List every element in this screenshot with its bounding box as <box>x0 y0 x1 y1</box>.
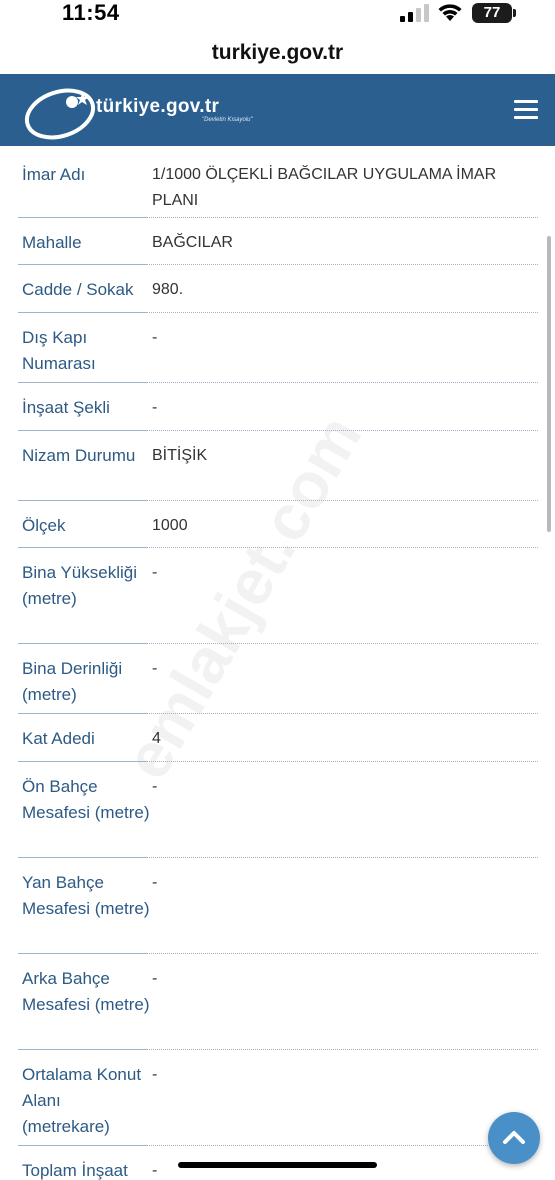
row-label: Yan Bahçe Mesafesi (metre) <box>22 873 150 918</box>
table-row: Bina Yüksekliği (metre) - <box>18 548 538 644</box>
table-row: Ortalama Konut Alanı (metrekare) - <box>18 1050 538 1146</box>
table-row: Mahalle BAĞCILAR <box>18 218 538 265</box>
row-value: - <box>152 778 158 795</box>
scrollbar[interactable] <box>547 236 551 532</box>
table-row: Dış Kapı Numarası - <box>18 313 538 383</box>
table-row: Ön Bahçe Mesafesi (metre) - <box>18 762 538 858</box>
row-label: Cadde / Sokak <box>22 280 134 299</box>
chevron-up-icon <box>503 1131 525 1144</box>
row-label: Toplam İnşaat <box>22 1161 128 1180</box>
row-value: 1000 <box>152 517 188 534</box>
row-label: İmar Adı <box>22 165 86 184</box>
row-value: - <box>152 399 158 416</box>
site-header: türkiye.gov.tr "Devletin Kısayolu" <box>0 74 555 146</box>
battery-tip <box>513 9 516 17</box>
row-label: Nizam Durumu <box>22 446 136 465</box>
row-label: Arka Bahçe Mesafesi (metre) <box>22 969 150 1014</box>
hamburger-menu-icon[interactable] <box>514 100 538 120</box>
table-row: Yan Bahçe Mesafesi (metre) - <box>18 858 538 954</box>
wifi-icon <box>438 4 462 21</box>
row-label: Bina Yüksekliği (metre) <box>22 563 137 608</box>
row-value: 4 <box>152 730 161 747</box>
row-label: İnşaat Şekli <box>22 398 110 417</box>
row-label: Mahalle <box>22 233 82 252</box>
table-row: Kat Adedi 4 <box>18 714 538 762</box>
row-label: Bina Derinliği (metre) <box>22 659 123 704</box>
table-row: Bina Derinliği (metre) - <box>18 644 538 714</box>
row-value: - <box>152 564 158 581</box>
zoning-info-table: İmar Adı 1/1000 ÖLÇEKLİ BAĞCILAR UYGULAMA… <box>18 150 538 1180</box>
row-value: BAĞCILAR <box>152 234 233 251</box>
row-label: Ölçek <box>22 516 66 535</box>
table-row: Cadde / Sokak 980. <box>18 265 538 313</box>
status-bar: 11:54 77 <box>0 0 555 32</box>
table-row: Arka Bahçe Mesafesi (metre) - <box>18 954 538 1050</box>
row-value: - <box>152 329 158 346</box>
row-label: Ortalama Konut Alanı (metrekare) <box>22 1065 142 1136</box>
scroll-to-top-button[interactable] <box>488 1112 540 1164</box>
row-value: - <box>152 1066 158 1083</box>
row-label: Kat Adedi <box>22 729 95 748</box>
logo-text: türkiye.gov.tr <box>96 96 220 117</box>
row-value: BİTİŞİK <box>152 447 208 464</box>
row-value: - <box>152 660 158 677</box>
row-label: Ön Bahçe Mesafesi (metre) <box>22 777 150 822</box>
table-row: İnşaat Şekli - <box>18 383 538 431</box>
row-label: Dış Kapı Numarası <box>22 328 96 373</box>
row-value: 980. <box>152 281 184 298</box>
battery-icon: 77 <box>472 3 512 23</box>
logo-subtext: "Devletin Kısayolu" <box>202 117 253 123</box>
table-row: Ölçek 1000 <box>18 501 538 548</box>
row-value: - <box>152 874 158 891</box>
row-value: 1/1000 ÖLÇEKLİ BAĞCILAR UYGULAMA İMAR PL… <box>152 166 497 209</box>
row-value: - <box>152 970 158 987</box>
table-row: İmar Adı 1/1000 ÖLÇEKLİ BAĞCILAR UYGULAMA… <box>18 150 538 218</box>
table-row: Nizam Durumu BİTİŞİK <box>18 431 538 501</box>
cellular-signal-icon <box>400 4 429 22</box>
home-indicator <box>178 1162 377 1168</box>
url-bar[interactable]: turkiye.gov.tr <box>0 36 555 70</box>
status-time: 11:54 <box>62 0 120 25</box>
